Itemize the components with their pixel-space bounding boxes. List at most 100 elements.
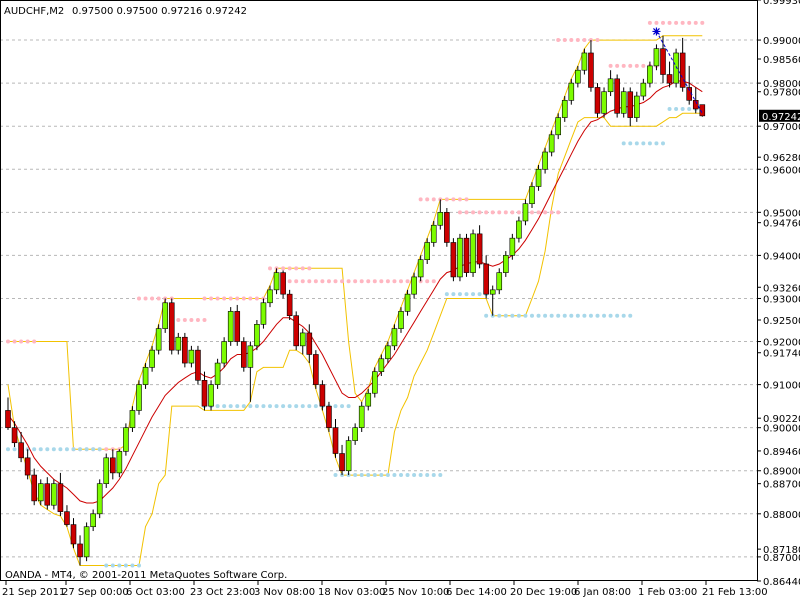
candle-body	[614, 78, 620, 114]
candle-body	[588, 52, 594, 88]
candle[interactable]	[313, 350, 319, 389]
candle[interactable]	[162, 298, 168, 333]
candle-body	[155, 328, 162, 351]
candle[interactable]	[286, 289, 293, 321]
candle-body	[57, 483, 64, 512]
candle[interactable]	[457, 233, 463, 282]
price-tick-label: 0.92000	[763, 338, 800, 349]
candle[interactable]	[123, 423, 129, 456]
candle[interactable]	[221, 337, 227, 368]
candle-body	[44, 483, 51, 506]
candle[interactable]	[371, 367, 378, 398]
candle[interactable]	[103, 453, 110, 488]
candle[interactable]	[214, 358, 221, 389]
resistance-dot	[477, 210, 482, 215]
candle[interactable]	[51, 479, 57, 510]
support-dot	[313, 404, 318, 409]
candle-body	[555, 117, 562, 136]
time-tick-label: 18 Nov 03:00	[318, 587, 385, 598]
resistance-dot	[300, 279, 305, 284]
candle-body	[345, 440, 352, 472]
resistance-dot	[425, 197, 430, 202]
candle[interactable]	[633, 91, 640, 122]
support-dot	[628, 141, 633, 146]
resistance-dot	[444, 197, 449, 202]
candle-body	[548, 134, 555, 153]
candle[interactable]	[280, 270, 286, 299]
candle[interactable]	[450, 238, 457, 282]
resistance-dot	[530, 210, 534, 215]
candle[interactable]	[83, 522, 90, 562]
candle[interactable]	[444, 208, 450, 247]
candle-body	[378, 358, 385, 372]
support-dot	[123, 563, 128, 568]
resistance-dot	[307, 266, 312, 271]
resistance-dot	[431, 197, 436, 202]
price-tick-label: 0.99930	[763, 0, 800, 7]
candle[interactable]	[470, 229, 476, 277]
support-dot	[104, 563, 109, 568]
candle-body	[529, 186, 535, 205]
candle[interactable]	[326, 401, 332, 432]
resistance-dot	[549, 210, 554, 215]
candle[interactable]	[319, 380, 326, 411]
support-dot	[543, 313, 548, 318]
resistance-dot	[661, 20, 665, 25]
candle[interactable]	[241, 337, 247, 372]
candle[interactable]	[208, 380, 214, 411]
candle-body	[24, 457, 31, 476]
candle-body	[470, 233, 476, 273]
resistance-dot	[634, 63, 639, 68]
candle[interactable]	[358, 401, 365, 432]
candle[interactable]	[601, 87, 607, 118]
support-dot	[71, 447, 76, 452]
price-tick-label: 0.94760	[763, 219, 800, 230]
resistance-dot	[32, 339, 37, 344]
candle-body	[457, 237, 463, 278]
time-tick-label: 27 Sep 00:00	[62, 587, 129, 598]
candle[interactable]	[136, 380, 142, 415]
resistance-dot	[202, 296, 207, 301]
candle[interactable]	[463, 233, 470, 277]
candle[interactable]	[293, 311, 300, 351]
resistance-dot	[353, 279, 358, 284]
resistance-dot	[346, 279, 351, 284]
candle[interactable]	[594, 83, 601, 118]
candle[interactable]	[614, 74, 620, 118]
support-dot	[412, 473, 417, 478]
candle[interactable]	[260, 298, 267, 329]
candle[interactable]	[155, 324, 162, 355]
chart-background	[0, 0, 800, 600]
candle-body	[313, 354, 319, 385]
candle[interactable]	[673, 48, 679, 88]
candle[interactable]	[96, 479, 103, 519]
candle-body	[391, 328, 398, 347]
chart[interactable]: 0.999300.990000.985600.980000.978000.970…	[0, 0, 800, 600]
candle-body	[96, 483, 103, 515]
trend-anchor-icon[interactable]	[652, 27, 661, 36]
price-tick-label: 0.86440	[763, 577, 800, 588]
resistance-dot	[464, 210, 469, 215]
candle[interactable]	[168, 298, 175, 355]
candle[interactable]	[116, 449, 123, 478]
candle[interactable]	[182, 332, 188, 368]
resistance-dot	[143, 296, 148, 301]
candle[interactable]	[227, 307, 234, 346]
candle-body	[640, 82, 647, 97]
candle[interactable]	[195, 345, 201, 385]
resistance-dot	[333, 279, 338, 284]
resistance-dot	[254, 296, 259, 301]
resistance-dot	[490, 210, 495, 215]
candle[interactable]	[254, 320, 260, 351]
candle[interactable]	[620, 87, 627, 118]
candle[interactable]	[345, 436, 352, 476]
resistance-dot	[150, 296, 155, 301]
candle-body	[273, 272, 280, 291]
support-dot	[287, 404, 292, 409]
resistance-dot	[6, 339, 10, 344]
support-dot	[353, 473, 358, 478]
resistance-dot	[287, 279, 292, 284]
resistance-dot	[425, 279, 430, 284]
resistance-dot	[418, 197, 423, 202]
chart-svg[interactable]: 0.999300.990000.985600.980000.978000.970…	[0, 0, 800, 600]
